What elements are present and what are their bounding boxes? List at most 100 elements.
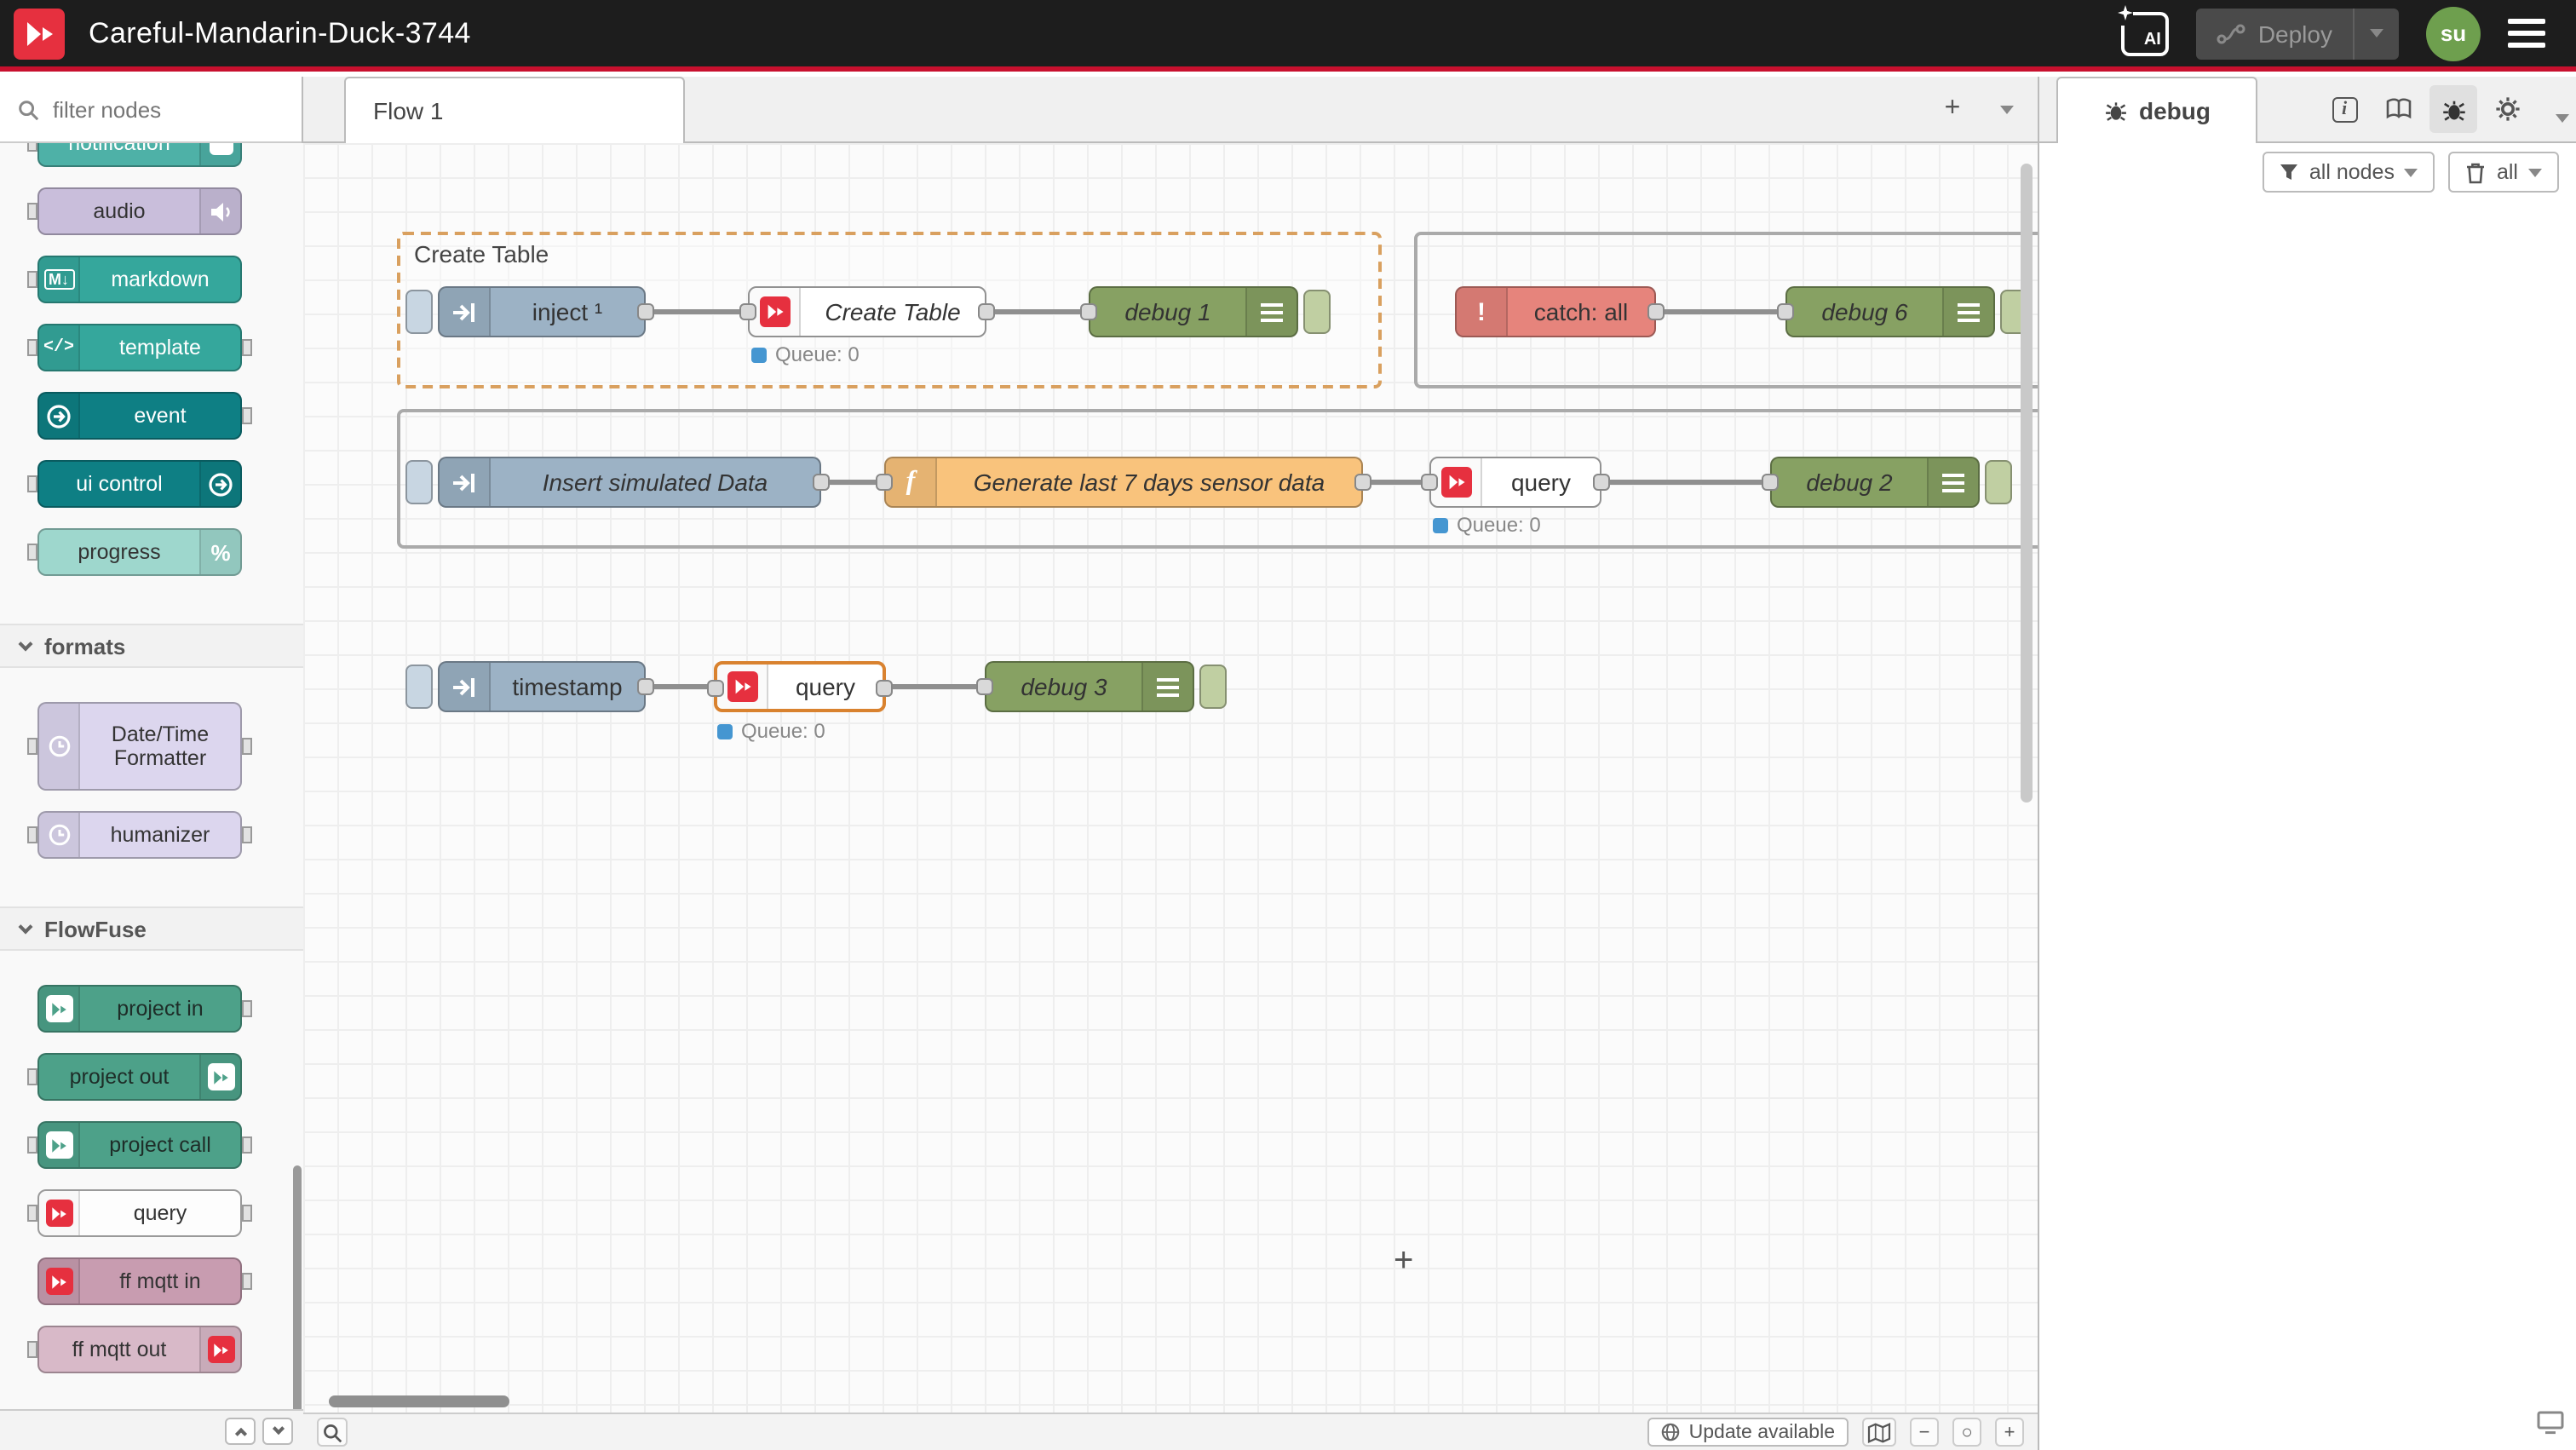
palette-node-ff-mqtt-in[interactable]: ff mqtt in xyxy=(37,1257,242,1305)
input-port[interactable] xyxy=(1080,303,1097,320)
palette-node-progress[interactable]: progress % xyxy=(37,528,242,576)
input-port[interactable] xyxy=(739,303,756,320)
tab-debug[interactable]: debug xyxy=(2056,77,2257,143)
flow-canvas[interactable]: Create Table xyxy=(303,143,2038,1413)
output-port[interactable] xyxy=(876,680,893,697)
node-label: catch: all xyxy=(1508,298,1654,325)
input-port[interactable] xyxy=(976,678,993,695)
deploy-options-button[interactable] xyxy=(2355,8,2399,59)
zoom-reset-button[interactable]: ○ xyxy=(1952,1418,1981,1447)
node-debug-1[interactable]: debug 1 xyxy=(1089,286,1298,337)
flowfuse-logo-icon[interactable] xyxy=(14,8,65,59)
debug-list-icon xyxy=(1927,458,1978,506)
output-port[interactable] xyxy=(637,678,654,695)
palette-node-audio[interactable]: audio xyxy=(37,187,242,235)
clock-icon xyxy=(39,704,80,789)
zoom-out-button[interactable]: − xyxy=(1910,1418,1939,1447)
node-timestamp[interactable]: timestamp xyxy=(438,661,646,712)
palette-node-project-call[interactable]: project call xyxy=(37,1121,242,1169)
palette-node-humanizer[interactable]: humanizer xyxy=(37,811,242,859)
palette-node-template[interactable]: </> template xyxy=(37,324,242,371)
user-avatar[interactable]: su xyxy=(2426,6,2481,60)
palette-search-input[interactable] xyxy=(49,95,271,124)
inject-button[interactable] xyxy=(405,290,433,334)
ai-assistant-button[interactable]: AI xyxy=(2122,11,2170,55)
inject-button[interactable] xyxy=(405,460,433,504)
help-tab-button[interactable] xyxy=(2375,85,2423,133)
percent-icon: % xyxy=(199,530,240,574)
palette-category-formats[interactable]: formats xyxy=(0,624,303,668)
status-text: Queue: 0 xyxy=(1457,513,1541,537)
input-port[interactable] xyxy=(707,680,724,697)
output-port[interactable] xyxy=(978,303,995,320)
palette-node-datetime-formatter[interactable]: Date/Time Formatter xyxy=(37,702,242,791)
node-query-selected[interactable]: query xyxy=(714,661,886,712)
node-debug-6[interactable]: debug 6 xyxy=(1785,286,1995,337)
zoom-in-button[interactable]: + xyxy=(1995,1418,2024,1447)
navigator-button[interactable] xyxy=(1862,1418,1896,1447)
input-port[interactable] xyxy=(1421,474,1438,491)
canvas-search-button[interactable] xyxy=(317,1418,348,1447)
input-port[interactable] xyxy=(876,474,893,491)
flowfuse-icon xyxy=(199,1055,240,1099)
map-icon xyxy=(1867,1422,1891,1442)
output-port[interactable] xyxy=(1647,303,1665,320)
status-dot-icon xyxy=(751,347,767,362)
node-debug-3[interactable]: debug 3 xyxy=(985,661,1194,712)
node-palette: notification audio M↓ markdown </> templ… xyxy=(0,77,303,1450)
palette-node-query[interactable]: query xyxy=(37,1189,242,1237)
output-port[interactable] xyxy=(1354,474,1371,491)
output-port[interactable] xyxy=(813,474,830,491)
input-port[interactable] xyxy=(1762,474,1779,491)
canvas-vertical-scrollbar[interactable] xyxy=(2021,164,2033,803)
node-create-table[interactable]: Create Table xyxy=(748,286,986,337)
palette-node-ff-mqtt-out[interactable]: ff mqtt out xyxy=(37,1326,242,1373)
palette-node-project-in[interactable]: project in xyxy=(37,985,242,1033)
debug-clear-button[interactable]: all xyxy=(2449,152,2559,193)
palette-scroll-down-button[interactable] xyxy=(262,1417,293,1444)
deploy-button[interactable]: Deploy xyxy=(2197,8,2399,59)
palette-node-event[interactable]: event xyxy=(37,392,242,440)
debug-tab-button[interactable] xyxy=(2429,85,2477,133)
palette-scroll-up-button[interactable] xyxy=(225,1417,256,1444)
debug-clear-label: all xyxy=(2497,160,2518,184)
flow-list-button[interactable] xyxy=(1983,87,2031,131)
debug-toggle-button[interactable] xyxy=(1985,460,2012,504)
debug-toggle-button[interactable] xyxy=(1303,290,1331,334)
palette-node-ui-control[interactable]: ui control xyxy=(37,460,242,508)
info-tab-button[interactable]: i xyxy=(2320,85,2368,133)
update-available-label: Update available xyxy=(1689,1422,1835,1442)
palette-node-notification[interactable]: notification xyxy=(37,143,242,167)
debug-list-icon xyxy=(1245,288,1297,336)
node-query-2row[interactable]: query xyxy=(1429,457,1601,508)
node-inject-1[interactable]: inject ¹ xyxy=(438,286,646,337)
node-label: query xyxy=(1482,469,1600,496)
main-menu-button[interactable] xyxy=(2508,19,2545,48)
sidebar-menu-button[interactable] xyxy=(2556,101,2569,131)
tab-flow-1[interactable]: Flow 1 xyxy=(344,77,685,143)
avatar-initials: su xyxy=(2441,20,2466,46)
trash-icon xyxy=(2466,161,2487,183)
palette-node-markdown[interactable]: M↓ markdown xyxy=(37,256,242,303)
add-flow-button[interactable]: + xyxy=(1929,87,1976,131)
debug-toggle-button[interactable] xyxy=(1199,665,1227,709)
open-in-window-button[interactable] xyxy=(2537,1411,2564,1443)
update-available-button[interactable]: Update available xyxy=(1648,1418,1849,1447)
palette-category-flowfuse[interactable]: FlowFuse xyxy=(0,906,303,951)
output-port[interactable] xyxy=(637,303,654,320)
palette-node-project-out[interactable]: project out xyxy=(37,1053,242,1101)
node-label: Create Table xyxy=(801,298,985,325)
node-catch-all[interactable]: ! catch: all xyxy=(1455,286,1656,337)
port-stub xyxy=(242,407,252,424)
node-debug-2[interactable]: debug 2 xyxy=(1770,457,1980,508)
node-insert-simulated-data[interactable]: Insert simulated Data xyxy=(438,457,821,508)
config-tab-button[interactable] xyxy=(2484,85,2532,133)
output-port[interactable] xyxy=(1593,474,1610,491)
inject-button[interactable] xyxy=(405,665,433,709)
palette-scrollbar[interactable] xyxy=(293,1165,302,1409)
status-dot-icon xyxy=(717,723,733,739)
debug-filter-button[interactable]: all nodes xyxy=(2263,152,2435,193)
canvas-horizontal-scrollbar[interactable] xyxy=(329,1395,509,1407)
node-generate-sensor-data[interactable]: f Generate last 7 days sensor data xyxy=(884,457,1363,508)
input-port[interactable] xyxy=(1777,303,1794,320)
